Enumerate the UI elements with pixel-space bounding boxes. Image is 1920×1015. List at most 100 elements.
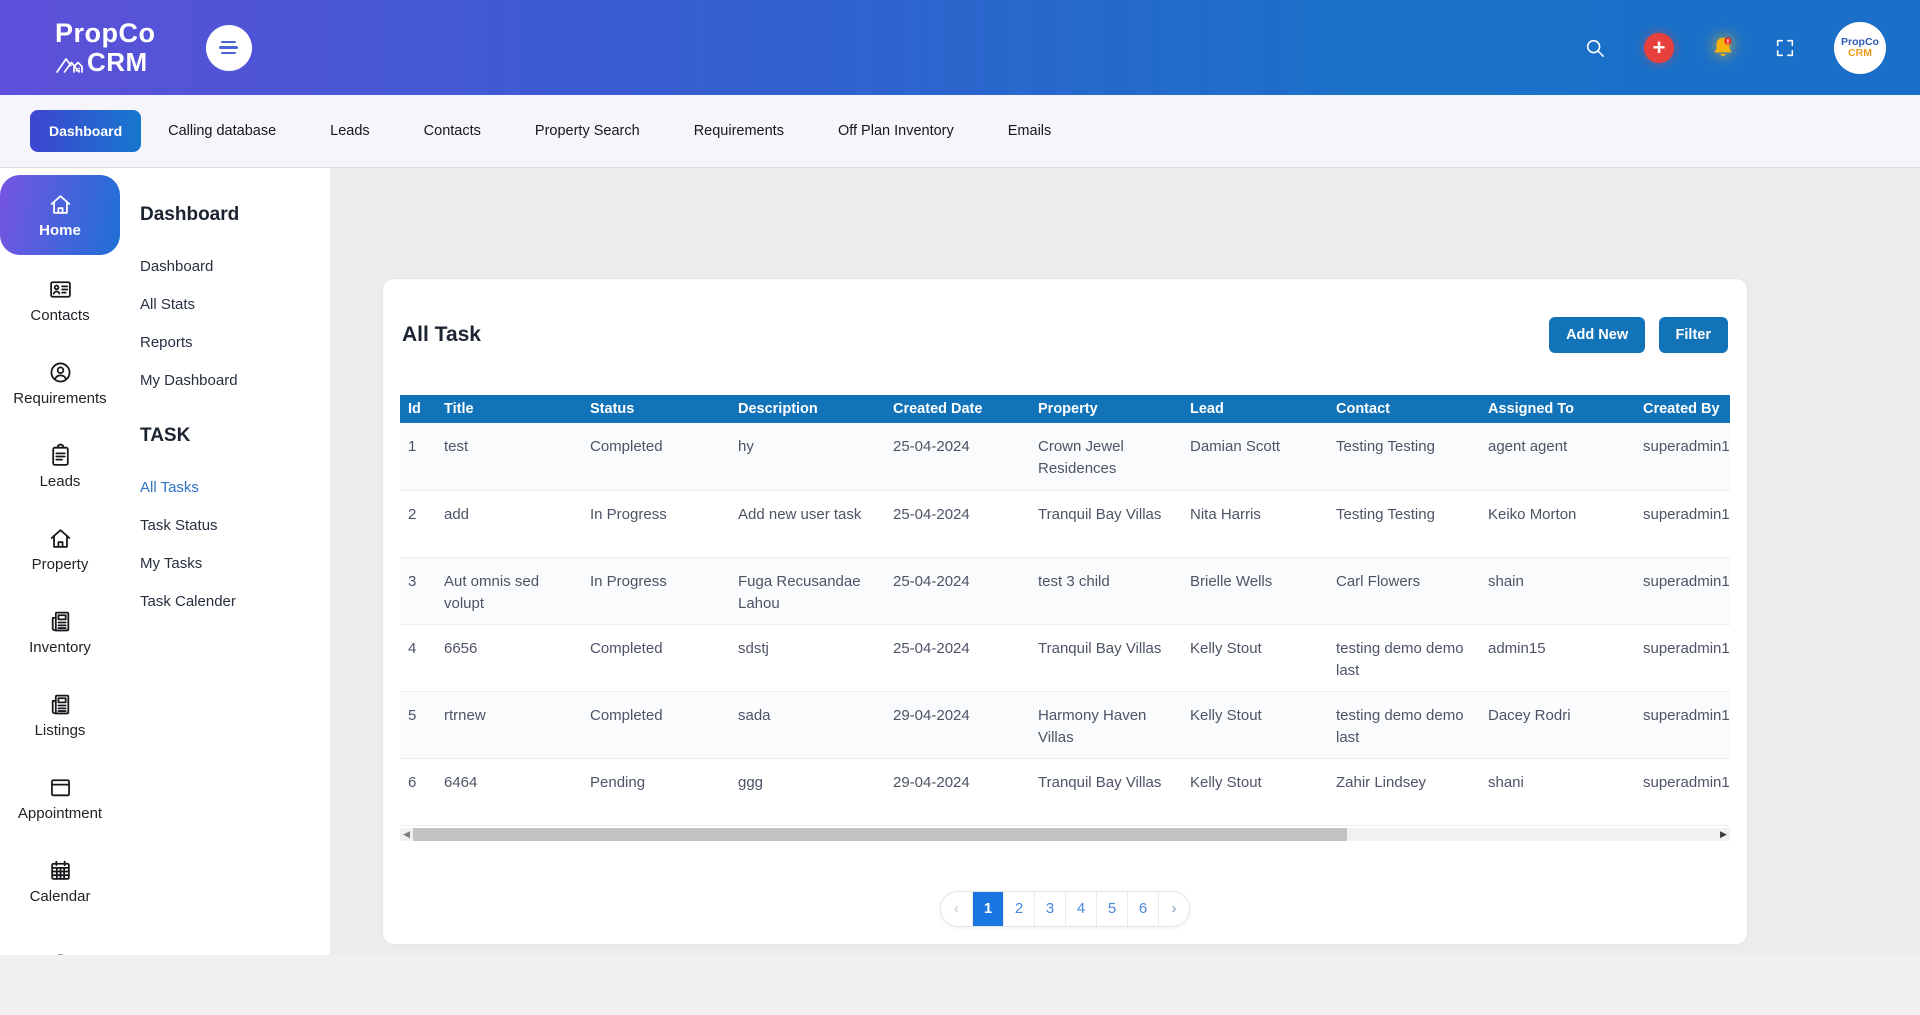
tab-property-search[interactable]: Property Search [508,123,667,139]
table-cell: ggg [732,758,887,825]
sidebar-item-appointment[interactable]: Appointment [0,757,120,840]
sidebar-item-label: Listings [35,722,86,739]
table-cell: 29-04-2024 [887,691,1032,758]
sidebar-item-listings[interactable]: Listings [0,674,120,757]
user-avatar[interactable]: PropCo CRM [1834,22,1886,74]
sidebar-item-label: Contacts [30,307,89,324]
table-cell: test [438,423,584,490]
pagination-page-6[interactable]: 6 [1127,892,1158,926]
table-row[interactable]: 3Aut omnis sed voluptIn ProgressFuga Rec… [400,557,1730,624]
table-cell: Dacey Rodri [1482,691,1637,758]
table-row[interactable]: 2addIn ProgressAdd new user task25-04-20… [400,490,1730,557]
tab-off-plan-inventory[interactable]: Off Plan Inventory [811,123,981,139]
sidebar-item-calendar[interactable]: Calendar [0,840,120,923]
submenu-item-task-calender[interactable]: Task Calender [140,593,320,610]
column-header-contact: Contact [1330,395,1482,423]
sidebar-item-partial[interactable] [0,923,120,955]
pagination-prev[interactable]: ‹ [941,892,972,926]
tab-dashboard[interactable]: Dashboard [30,110,141,152]
table-cell: Zahir Lindsey [1330,758,1482,825]
table-row[interactable]: 46656Completedsdstj25-04-2024Tranquil Ba… [400,624,1730,691]
search-icon[interactable] [1582,35,1608,61]
sidebar-item-inventory[interactable]: Inventory [0,591,120,674]
table-cell: rtrnew [438,691,584,758]
sidebar-item-label: Calendar [30,888,91,905]
tab-contacts[interactable]: Contacts [397,123,508,139]
table-cell: 6 [400,758,438,825]
table-cell: superadmin1 [1637,490,1730,557]
submenu-item-all-stats[interactable]: All Stats [140,296,320,313]
add-new-button[interactable]: Add New [1549,317,1645,353]
table-cell: agent agent [1482,423,1637,490]
sidebar-item-property[interactable]: Property [0,508,120,591]
brand-name-bottom: CRM [87,49,148,75]
sidebar-item-label: Requirements [13,390,106,407]
table-cell: Tranquil Bay Villas [1032,758,1184,825]
table-cell: admin15 [1482,624,1637,691]
horizontal-scrollbar[interactable]: ◀ ▶ [400,828,1730,841]
table-row[interactable]: 5rtrnewCompletedsada29-04-2024Harmony Ha… [400,691,1730,758]
pagination-page-4[interactable]: 4 [1065,892,1096,926]
newspaper-icon [48,609,73,634]
pagination: ‹123456› [940,891,1190,927]
sidebar-toggle-button[interactable] [206,25,252,71]
table-cell: testing demo demo last [1330,624,1482,691]
sidebar-item-contacts[interactable]: Contacts [0,259,120,342]
table-cell: 6656 [438,624,584,691]
clipboard-icon [48,443,73,468]
notifications-bell-icon[interactable] [1710,35,1736,61]
table-cell: Tranquil Bay Villas [1032,624,1184,691]
pagination-page-2[interactable]: 2 [1003,892,1034,926]
table-row[interactable]: 66464Pendingggg29-04-2024Tranquil Bay Vi… [400,758,1730,825]
person-circle-icon [48,952,73,955]
sidebar-item-leads[interactable]: Leads [0,425,120,508]
tab-emails[interactable]: Emails [981,123,1079,139]
column-header-description: Description [732,395,887,423]
table-cell: 5 [400,691,438,758]
tab-calling-database[interactable]: Calling database [141,123,303,139]
table-cell: Brielle Wells [1184,557,1330,624]
table-cell: 25-04-2024 [887,557,1032,624]
table-cell: sada [732,691,887,758]
filter-button[interactable]: Filter [1659,317,1728,353]
task-table: IdTitleStatusDescriptionCreated DateProp… [400,395,1730,826]
scroll-left-arrow-icon[interactable]: ◀ [400,828,413,841]
module-tab-bar: DashboardCalling databaseLeadsContactsPr… [0,95,1920,168]
pagination-page-3[interactable]: 3 [1034,892,1065,926]
sidebar-item-requirements[interactable]: Requirements [0,342,120,425]
submenu-item-my-dashboard[interactable]: My Dashboard [140,372,320,389]
sidebar-item-label: Leads [40,473,81,490]
scroll-right-arrow-icon[interactable]: ▶ [1717,828,1730,841]
sidebar-item-home[interactable]: Home [0,175,120,255]
task-table-wrapper: IdTitleStatusDescriptionCreated DateProp… [400,395,1730,826]
table-row[interactable]: 1testCompletedhy25-04-2024Crown Jewel Re… [400,423,1730,490]
submenu-item-my-tasks[interactable]: My Tasks [140,555,320,572]
table-cell: Aut omnis sed volupt [438,557,584,624]
page-title: All Task [402,323,481,347]
submenu-item-dashboard[interactable]: Dashboard [140,258,320,275]
table-cell: Add new user task [732,490,887,557]
table-cell: Kelly Stout [1184,758,1330,825]
add-new-icon[interactable]: + [1644,33,1674,63]
pagination-page-5[interactable]: 5 [1096,892,1127,926]
table-cell: Nita Harris [1184,490,1330,557]
pagination-page-1[interactable]: 1 [972,892,1003,926]
all-task-card: All Task Add New Filter IdTitleStatusDes… [382,278,1748,945]
fullscreen-icon[interactable] [1772,35,1798,61]
column-header-assigned-to: Assigned To [1482,395,1637,423]
table-cell: shani [1482,758,1637,825]
table-cell: Completed [584,691,732,758]
submenu-item-all-tasks[interactable]: All Tasks [140,479,320,496]
table-cell: Fuga Recusandae Lahou [732,557,887,624]
brand-house-icon [55,51,85,75]
table-cell: Kelly Stout [1184,624,1330,691]
submenu-item-reports[interactable]: Reports [140,334,320,351]
submenu-item-task-status[interactable]: Task Status [140,517,320,534]
pagination-next[interactable]: › [1158,892,1189,926]
tab-leads[interactable]: Leads [303,123,397,139]
tab-requirements[interactable]: Requirements [667,123,811,139]
submenu-heading: TASK [140,425,320,447]
table-cell: superadmin1 [1637,557,1730,624]
table-cell: In Progress [584,490,732,557]
scrollbar-thumb[interactable] [413,828,1347,841]
